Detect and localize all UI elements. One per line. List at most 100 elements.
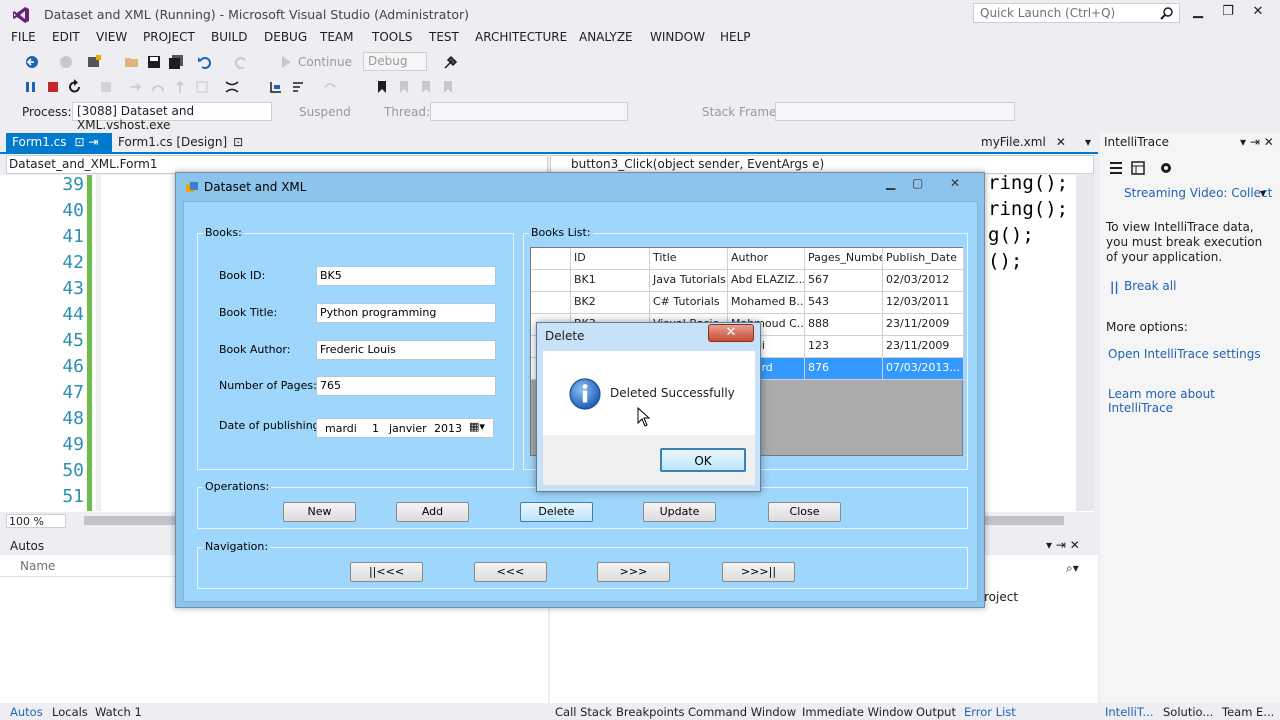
tab-overflow-chevron-down-icon[interactable]: ▾	[1085, 135, 1091, 149]
save-icon[interactable]	[146, 54, 162, 70]
book-title-input[interactable]: Python programming	[316, 303, 496, 323]
tab-locals[interactable]: Locals	[52, 705, 88, 719]
menu-window[interactable]: WINDOW	[650, 30, 705, 44]
book-id-input[interactable]: BK5	[316, 266, 496, 286]
calls-view-icon[interactable]	[1130, 160, 1146, 176]
open-file-icon[interactable]	[124, 54, 140, 70]
grid-row-header[interactable]	[531, 270, 571, 292]
show-next-statement-icon[interactable]	[98, 79, 114, 95]
nav-next-button[interactable]: >>>	[597, 562, 670, 582]
book-author-input[interactable]: Frederic Louis	[316, 340, 496, 360]
table-cell[interactable]: BK1	[571, 270, 650, 292]
tab-command-window[interactable]: Command Window	[688, 705, 796, 719]
threads-icon[interactable]	[224, 79, 240, 95]
update-button[interactable]: Update	[643, 502, 716, 522]
table-cell[interactable]: 12/03/2011	[883, 292, 964, 314]
prev-bookmark-icon[interactable]	[396, 79, 412, 95]
grid-column-header[interactable]: Author	[728, 248, 805, 270]
tab-team-explorer[interactable]: Team E...	[1222, 705, 1274, 719]
continue-icon[interactable]	[278, 54, 294, 70]
undo-icon[interactable]	[197, 54, 213, 70]
streaming-video-dropdown[interactable]: Streaming Video: Collect	[1124, 186, 1272, 200]
table-cell[interactable]: 23/11/2009	[883, 314, 964, 336]
suspend-label[interactable]: Suspend	[299, 105, 351, 119]
hex-display-icon[interactable]	[194, 79, 210, 95]
step-filter-icon[interactable]	[290, 79, 306, 95]
add-button[interactable]: Add	[396, 502, 469, 522]
menu-edit[interactable]: EDIT	[52, 30, 80, 44]
tab-call-stack[interactable]: Call Stack	[555, 705, 612, 719]
step-over-icon[interactable]	[150, 79, 166, 95]
calendar-dropdown-icon[interactable]: ▦▾	[469, 420, 485, 433]
table-cell[interactable]: 888	[805, 314, 883, 336]
grid-column-header[interactable]: Pages_Number	[805, 248, 883, 270]
search-icon[interactable]: ⌕▾	[1066, 561, 1079, 576]
forward-icon[interactable]	[58, 54, 74, 70]
table-cell[interactable]: C# Tutorials	[650, 292, 728, 314]
menu-help[interactable]: HELP	[720, 30, 751, 44]
stop-icon[interactable]	[45, 79, 61, 95]
grid-column-header[interactable]: ID	[571, 248, 650, 270]
new-project-icon[interactable]	[86, 54, 102, 70]
name-column-header[interactable]: Name	[20, 559, 55, 573]
nav-last-button[interactable]: >>>||	[722, 562, 795, 582]
back-icon[interactable]	[24, 54, 40, 70]
open-settings-link[interactable]: Open IntelliTrace settings	[1108, 347, 1261, 361]
table-cell[interactable]: Java Tutorials	[650, 270, 728, 292]
step-into-specific-icon[interactable]	[268, 79, 284, 95]
menu-view[interactable]: VIEW	[96, 30, 127, 44]
menu-project[interactable]: PROJECT	[143, 30, 195, 44]
table-cell[interactable]: 567	[805, 270, 883, 292]
form-close-icon[interactable]: ✕	[950, 176, 960, 190]
menu-team[interactable]: TEAM	[320, 30, 353, 44]
grid-column-header[interactable]: Title	[650, 248, 728, 270]
configuration-dropdown[interactable]: Debug	[363, 52, 427, 71]
process-dropdown[interactable]: [3088] Dataset and XML.vshost.exe	[72, 102, 272, 132]
settings-gear-icon[interactable]	[1158, 160, 1174, 176]
menu-build[interactable]: BUILD	[211, 30, 247, 44]
close-window-button[interactable]: ✕	[1243, 4, 1273, 22]
grid-corner-header[interactable]	[531, 248, 571, 270]
tab-solution-explorer[interactable]: Solutio...	[1163, 705, 1213, 719]
panel-options-icon[interactable]: ▾ ⇥ ✕	[1046, 538, 1080, 552]
learn-more-link[interactable]: Learn more about IntelliTrace	[1108, 387, 1280, 415]
grid-row-header[interactable]	[531, 292, 571, 314]
tab-breakpoints[interactable]: Breakpoints	[616, 705, 684, 719]
break-all-icon[interactable]	[23, 79, 39, 95]
new-button[interactable]: New	[283, 502, 356, 522]
restart-icon[interactable]	[67, 79, 83, 95]
table-cell[interactable]: BK2	[571, 292, 650, 314]
dialog-close-button[interactable]: ✕	[708, 324, 754, 342]
table-cell[interactable]: 543	[805, 292, 883, 314]
table-cell[interactable]: Mohamed B...	[728, 292, 805, 314]
thread-dropdown[interactable]	[430, 102, 628, 121]
tab-output[interactable]: Output	[916, 705, 956, 719]
events-view-icon[interactable]	[1108, 160, 1124, 176]
form-maximize-icon[interactable]: ▢	[912, 176, 923, 190]
minimize-button[interactable]: ▁	[1183, 4, 1213, 22]
menu-file[interactable]: FILE	[11, 30, 36, 44]
date-picker[interactable]: mardi 1 janvier 2013 ▦▾	[316, 418, 494, 438]
tab-form1-cs[interactable]: Form1.cs ⊡ ⇥	[6, 133, 112, 152]
bookmark-icon[interactable]	[374, 79, 390, 95]
ok-button[interactable]: OK	[660, 448, 746, 472]
continue-label[interactable]: Continue	[298, 55, 352, 69]
table-cell[interactable]: 02/03/2012	[883, 270, 964, 292]
tab-error-list[interactable]: Error List	[964, 705, 1016, 719]
pages-input[interactable]: 765	[316, 376, 496, 396]
stack-frame-dropdown[interactable]	[775, 102, 1015, 121]
tab-watch1[interactable]: Watch 1	[95, 705, 142, 719]
redo-icon[interactable]	[233, 54, 249, 70]
zoom-dropdown[interactable]: 100 %	[6, 514, 66, 528]
step-into-icon[interactable]	[128, 79, 144, 95]
attach-icon[interactable]	[443, 54, 459, 70]
tab-immediate-window[interactable]: Immediate Window	[802, 705, 913, 719]
break-all-link[interactable]: Break all	[1124, 279, 1176, 293]
table-cell[interactable]: 876	[805, 358, 883, 380]
tab-intellitrace[interactable]: IntelliT...	[1105, 705, 1153, 719]
restore-button[interactable]: ❐	[1213, 4, 1243, 22]
step-out-icon[interactable]	[172, 79, 188, 95]
close-button[interactable]: Close	[768, 502, 841, 522]
table-cell[interactable]: 23/11/2009	[883, 336, 964, 358]
nav-first-button[interactable]: ||<<<	[350, 562, 423, 582]
